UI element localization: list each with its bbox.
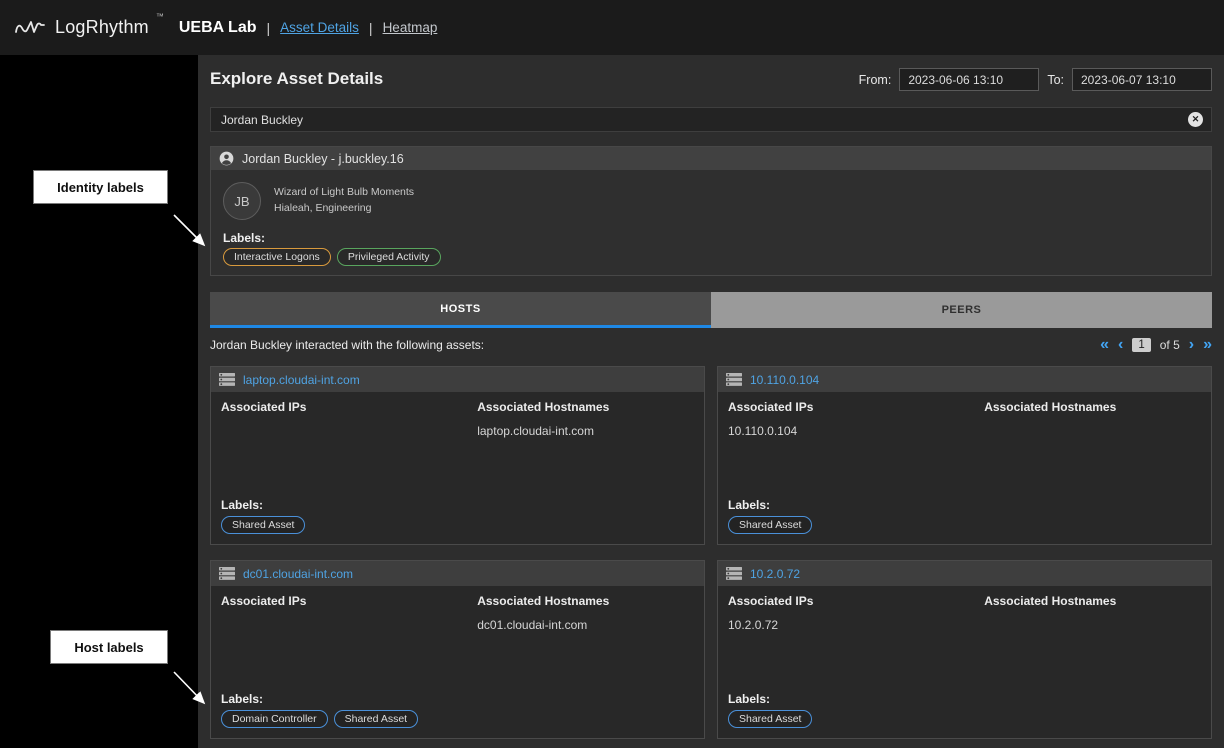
assoc-hostname-value: laptop.cloudai-int.com (477, 424, 594, 438)
asset-card-header: laptop.cloudai-int.com (211, 367, 704, 392)
host-label-pill: Domain Controller (221, 710, 328, 728)
card-labels-heading: Labels: (221, 692, 263, 706)
identity-labels: Interactive Logons Privileged Activity (223, 248, 441, 266)
user-icon (219, 151, 234, 166)
page-title: Explore Asset Details (210, 69, 383, 89)
card-labels-heading: Labels: (221, 498, 263, 512)
callout-identity-labels: Identity labels (33, 170, 168, 204)
assoc-hostnames-heading: Associated Hostnames (477, 400, 609, 414)
card-labels: Domain Controller Shared Asset (221, 710, 418, 728)
date-range-controls: From: To: (859, 68, 1212, 91)
server-icon (726, 373, 742, 386)
top-bar: LogRhythm ™ UEBA Lab | Asset Details | H… (0, 0, 1224, 55)
asset-title-link[interactable]: dc01.cloudai-int.com (243, 567, 353, 581)
results-intro: Jordan Buckley interacted with the follo… (210, 338, 484, 352)
asset-card-grid: laptop.cloudai-int.com Associated IPs As… (210, 366, 1212, 739)
nav-asset-details[interactable]: Asset Details (280, 20, 359, 35)
app-title: UEBA Lab (179, 19, 257, 37)
assoc-ips-heading: Associated IPs (728, 400, 813, 414)
host-label-pill: Shared Asset (728, 710, 812, 728)
card-labels-heading: Labels: (728, 692, 770, 706)
host-label-pill: Shared Asset (334, 710, 418, 728)
asset-card: 10.110.0.104 Associated IPs Associated H… (717, 366, 1212, 545)
annotation-arrow (171, 668, 215, 712)
search-bar: ✕ (210, 107, 1212, 132)
logrhythm-logo-icon (14, 18, 46, 38)
asset-card: dc01.cloudai-int.com Associated IPs Asso… (210, 560, 705, 739)
assoc-hostname-value: dc01.cloudai-int.com (477, 618, 587, 632)
asset-card-header: 10.110.0.104 (718, 367, 1211, 392)
asset-title-link[interactable]: laptop.cloudai-int.com (243, 373, 360, 387)
brand-name: LogRhythm (55, 17, 149, 38)
assoc-hostnames-heading: Associated Hostnames (477, 594, 609, 608)
avatar: JB (223, 182, 261, 220)
to-label: To: (1047, 73, 1064, 87)
identity-role: Wizard of Light Bulb Moments (274, 185, 414, 201)
identity-labels-heading: Labels: (223, 231, 265, 245)
identity-location: Hialeah, Engineering (274, 201, 414, 217)
identity-header-text: Jordan Buckley - j.buckley.16 (242, 152, 404, 166)
tab-peers[interactable]: PEERS (711, 292, 1212, 328)
search-input[interactable] (211, 113, 1188, 127)
identity-label-pill: Interactive Logons (223, 248, 331, 266)
assoc-hostnames-heading: Associated Hostnames (984, 400, 1116, 414)
annotation-arrow (171, 212, 215, 256)
last-page-button[interactable]: » (1203, 337, 1212, 353)
identity-label-pill: Privileged Activity (337, 248, 441, 266)
nav-separator: | (267, 20, 271, 36)
from-date-input[interactable] (899, 68, 1039, 91)
main-content: Explore Asset Details From: To: ✕ Jordan… (198, 55, 1224, 748)
next-page-button[interactable]: › (1189, 337, 1194, 353)
nav-separator: | (369, 20, 373, 36)
tab-bar: HOSTS PEERS (210, 292, 1212, 328)
results-header: Jordan Buckley interacted with the follo… (210, 334, 1212, 356)
identity-meta: Wizard of Light Bulb Moments Hialeah, En… (274, 185, 414, 217)
card-labels-heading: Labels: (728, 498, 770, 512)
asset-card-header: dc01.cloudai-int.com (211, 561, 704, 586)
identity-panel-header: Jordan Buckley - j.buckley.16 (211, 147, 1211, 170)
assoc-hostnames-heading: Associated Hostnames (984, 594, 1116, 608)
from-label: From: (859, 73, 892, 87)
asset-card: laptop.cloudai-int.com Associated IPs As… (210, 366, 705, 545)
assoc-ip-value: 10.110.0.104 (728, 424, 797, 438)
assoc-ips-heading: Associated IPs (221, 400, 306, 414)
assoc-ip-value: 10.2.0.72 (728, 618, 778, 632)
card-labels: Shared Asset (221, 516, 305, 534)
assoc-ips-heading: Associated IPs (221, 594, 306, 608)
tab-hosts[interactable]: HOSTS (210, 292, 711, 328)
page-count: of 5 (1160, 338, 1180, 352)
card-labels: Shared Asset (728, 710, 812, 728)
server-icon (219, 373, 235, 386)
asset-card-header: 10.2.0.72 (718, 561, 1211, 586)
assoc-ips-heading: Associated IPs (728, 594, 813, 608)
card-labels: Shared Asset (728, 516, 812, 534)
asset-card: 10.2.0.72 Associated IPs Associated Host… (717, 560, 1212, 739)
pagination: « ‹ 1 of 5 › » (1100, 337, 1212, 353)
nav-heatmap[interactable]: Heatmap (383, 20, 438, 35)
server-icon (219, 567, 235, 580)
clear-search-icon[interactable]: ✕ (1188, 112, 1203, 127)
callout-host-labels: Host labels (50, 630, 168, 664)
page-indicator: 1 (1132, 338, 1150, 352)
identity-panel: Jordan Buckley - j.buckley.16 JB Wizard … (210, 146, 1212, 276)
first-page-button[interactable]: « (1100, 337, 1109, 353)
host-label-pill: Shared Asset (221, 516, 305, 534)
host-label-pill: Shared Asset (728, 516, 812, 534)
to-date-input[interactable] (1072, 68, 1212, 91)
brand-trademark: ™ (156, 12, 164, 21)
asset-title-link[interactable]: 10.2.0.72 (750, 567, 800, 581)
server-icon (726, 567, 742, 580)
prev-page-button[interactable]: ‹ (1118, 337, 1123, 353)
asset-title-link[interactable]: 10.110.0.104 (750, 373, 819, 387)
